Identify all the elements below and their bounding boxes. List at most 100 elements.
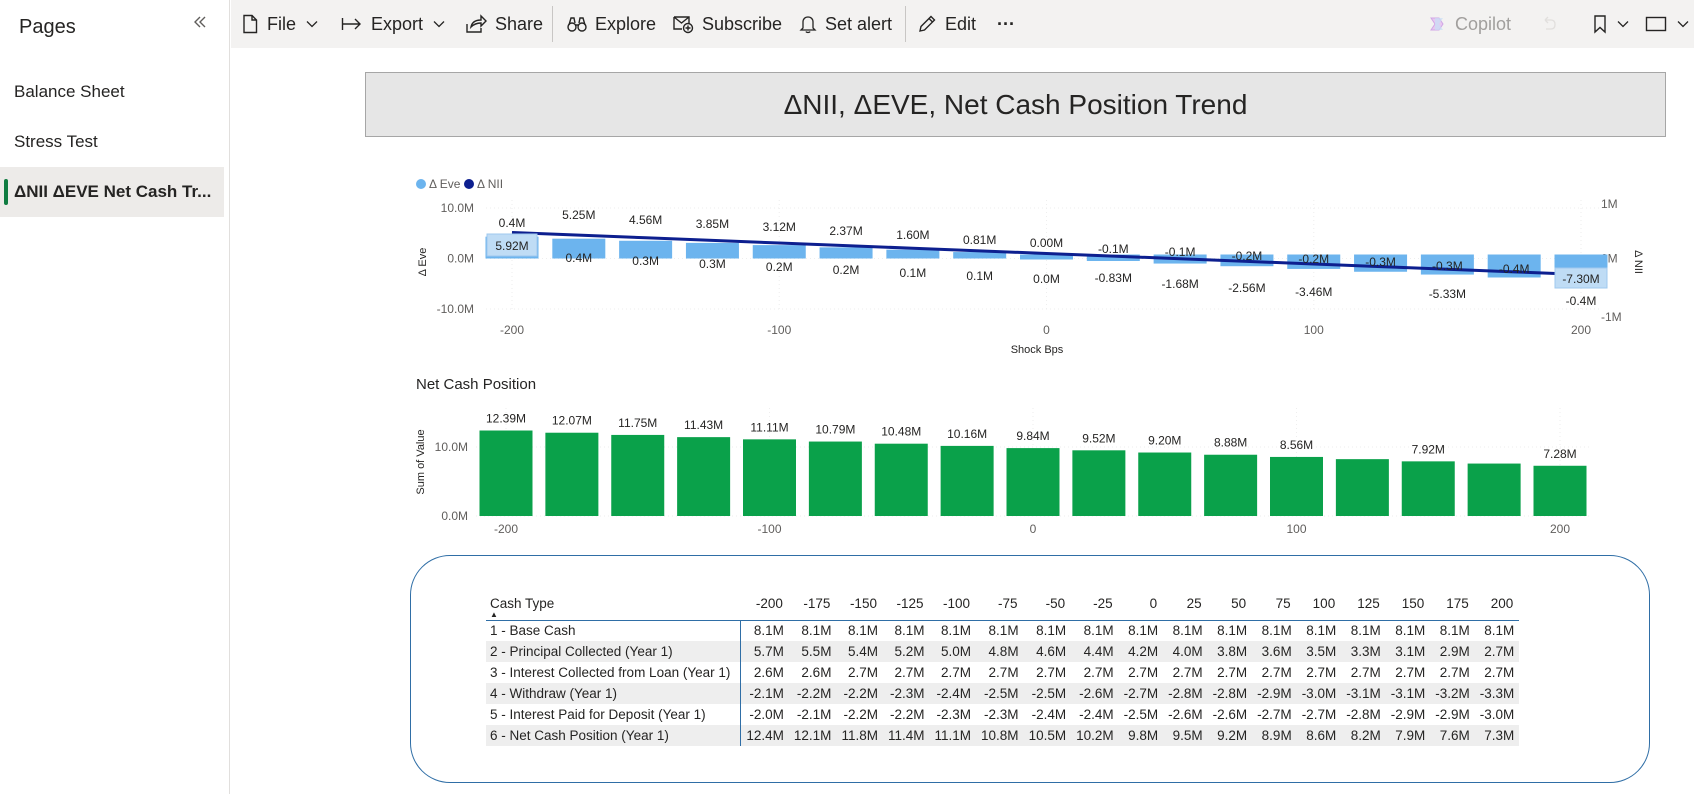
report-title: ΔNII, ΔEVE, Net Cash Position Trend [365, 72, 1666, 137]
table-cell: 9.5M [1163, 725, 1208, 746]
binoculars-icon [567, 17, 587, 32]
set-alert-label: Set alert [825, 13, 893, 34]
column-header[interactable]: 50 [1207, 588, 1253, 621]
y-axis-title-left: Δ Eve [417, 248, 429, 277]
column-header[interactable]: 125 [1341, 588, 1386, 621]
page-item-balance-sheet[interactable]: Balance Sheet [0, 67, 224, 117]
nii-data-label: 0.3M [632, 254, 659, 268]
column-header[interactable]: 175 [1430, 588, 1475, 621]
table-cell: 2.7M [1036, 665, 1067, 680]
net-cash-chart-title: Net Cash Position [416, 376, 536, 393]
nii-data-label: -0.4M [1566, 294, 1597, 308]
column-header-cash-type[interactable]: Cash Type ▲ [486, 588, 741, 621]
table-cell: -2.8M [1207, 683, 1253, 704]
x-tick-label: 0 [1043, 323, 1050, 337]
table-cell: 11.4M [882, 725, 930, 746]
x-tick-label: -200 [494, 522, 518, 536]
eve-data-label: 0.81M [963, 233, 996, 247]
table-cell: 12.1M [788, 725, 837, 746]
view-button[interactable] [1645, 0, 1689, 48]
net-cash-bar [874, 443, 928, 516]
file-menu-button[interactable]: File [241, 0, 318, 48]
eve-bars [485, 236, 1608, 281]
share-label: Share [495, 13, 544, 34]
column-header[interactable]: -200 [740, 588, 789, 621]
row-header-cell[interactable]: 3 - Interest Collected from Loan (Year 1… [486, 662, 742, 683]
column-header[interactable]: -175 [788, 588, 837, 621]
net-cash-bar [1204, 454, 1258, 516]
edit-button[interactable]: Edit [917, 0, 976, 48]
explore-button[interactable]: Explore [567, 0, 656, 48]
column-header[interactable]: -100 [929, 588, 977, 621]
chevron-down-icon [306, 21, 318, 28]
more-options-button[interactable]: ··· [997, 0, 1015, 48]
export-menu-button[interactable]: Export [341, 0, 445, 48]
net-cash-bar [1401, 461, 1455, 516]
table-cell: -2.4M [929, 683, 977, 704]
column-header[interactable]: -75 [976, 588, 1024, 621]
column-header[interactable]: -50 [1023, 588, 1072, 621]
net-cash-data-label: 10.79M [815, 423, 855, 437]
copilot-button[interactable]: Copilot [1427, 0, 1511, 48]
table-cell: -2.2M [889, 707, 925, 722]
column-header[interactable]: 25 [1163, 588, 1208, 621]
net-cash-bar [1072, 450, 1126, 516]
table-cell: 4.6M [1023, 641, 1072, 662]
table-cell: -2.7M [1301, 707, 1337, 722]
eve-bar [1354, 254, 1408, 272]
table-cell: 5.7M [740, 641, 789, 662]
net-cash-data-label: 12.07M [552, 414, 592, 428]
net-cash-bar [479, 430, 533, 516]
table-row: 1 - Base Cash 8.1M 8.1M 8.1M 8.1M 8.1M 8.1M 8.1… [486, 620, 1519, 641]
bell-icon [799, 16, 817, 34]
column-header[interactable]: 0 [1118, 588, 1164, 621]
column-header[interactable]: 150 [1385, 588, 1431, 621]
share-button[interactable]: Share [465, 0, 543, 48]
eve-data-label: 1.60M [896, 228, 929, 242]
table-cell: 2.9M [1430, 641, 1475, 662]
eve-data-label: 5.92M [495, 239, 528, 253]
page-item-nii-eve-net-cash-trend[interactable]: ΔNII ΔEVE Net Cash Tr... [0, 167, 224, 217]
table-cell: 10.8M [976, 725, 1024, 746]
table-cell: 5.5M [788, 641, 837, 662]
page-item-stress-test[interactable]: Stress Test [0, 117, 224, 167]
column-header[interactable]: -125 [882, 588, 930, 621]
eve-bar [886, 249, 940, 259]
row-header-cell[interactable]: 4 - Withdraw (Year 1) [486, 683, 742, 704]
toolbar-divider [552, 6, 553, 42]
row-header-cell[interactable]: 1 - Base Cash [486, 620, 742, 641]
eve-bar [1554, 254, 1608, 281]
nii-data-label: 0.2M [833, 263, 860, 277]
table-cell: 8.1M [1439, 623, 1470, 639]
column-header[interactable]: 200 [1474, 588, 1520, 621]
file-icon [243, 14, 258, 34]
column-header[interactable]: 75 [1252, 588, 1297, 621]
net-cash-bar [1467, 463, 1521, 516]
set-alert-button[interactable]: Set alert [799, 0, 892, 48]
table-cell: -2.9M [1435, 707, 1470, 722]
column-header[interactable]: -25 [1071, 588, 1119, 621]
table-cell: 2.7M [1395, 665, 1426, 680]
row-header-cell[interactable]: 2 - Principal Collected (Year 1) [486, 641, 742, 662]
bookmark-button[interactable] [1593, 0, 1629, 48]
table-cell: 2.7M [1128, 665, 1159, 680]
double-chevron-left-icon [194, 16, 206, 28]
reset-button[interactable] [1540, 0, 1558, 48]
column-header[interactable]: 100 [1296, 588, 1342, 621]
table-cell: 8.9M [1252, 725, 1297, 746]
table-cell: 4.4M [1071, 641, 1119, 662]
cash-type-matrix[interactable]: Cash Type ▲ -200 -175 -150 -125 -100 -75 -50 -2… [486, 588, 1520, 746]
table-cell: 11.1M [929, 725, 977, 746]
subscribe-button[interactable]: Subscribe [672, 0, 782, 48]
net-cash-bar [1533, 465, 1587, 516]
report-toolbar: File Export Share Explore Subscribe Set … [231, 0, 1694, 48]
table-cell: 3.5M [1296, 641, 1342, 662]
eve-bar [485, 236, 539, 259]
column-header[interactable]: -150 [836, 588, 883, 621]
y-tick-label-right: 0M [1601, 252, 1618, 266]
row-header-cell[interactable]: 5 - Interest Paid for Deposit (Year 1) [486, 704, 742, 725]
row-header-cell[interactable]: 6 - Net Cash Position (Year 1) [486, 725, 742, 746]
nii-data-label: -0.3M [1432, 259, 1463, 273]
chart1-legend[interactable]: Δ Eve Δ NII [416, 177, 503, 191]
collapse-pane-button[interactable] [188, 10, 212, 34]
